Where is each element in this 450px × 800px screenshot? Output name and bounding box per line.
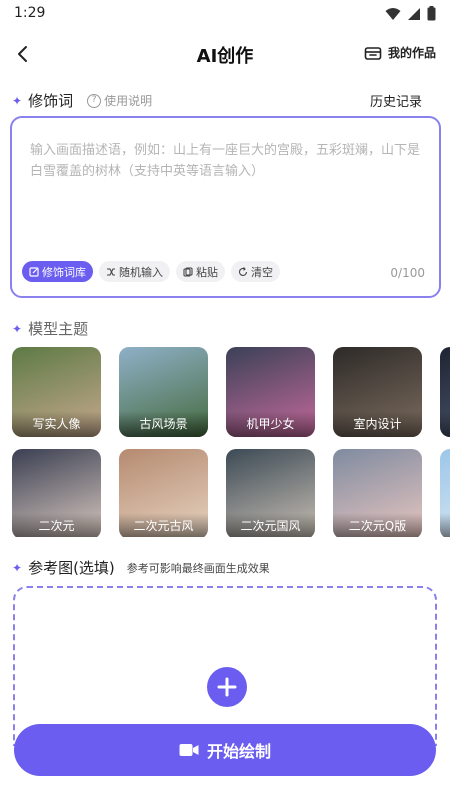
chip-modifier-library[interactable]: 修饰词库	[22, 261, 93, 282]
my-works-label: 我的作品	[387, 46, 436, 60]
plus-icon	[217, 677, 237, 697]
theme-card[interactable]: 二次元国风	[226, 449, 315, 537]
reference-title: 参考图(选填)	[28, 559, 115, 577]
paste-icon	[183, 266, 193, 277]
sparkle-icon: ✦	[12, 93, 23, 108]
theme-card[interactable]	[440, 347, 450, 437]
theme-section-header: ✦ 模型主题	[12, 318, 88, 339]
theme-card[interactable]: 二次元古风	[119, 449, 208, 537]
theme-card[interactable]: 室内设计	[333, 347, 422, 437]
help-label: 使用说明	[104, 94, 153, 108]
wifi-icon	[385, 7, 401, 20]
add-reference-button[interactable]	[207, 667, 247, 707]
chip-random-input[interactable]: 随机输入	[99, 261, 170, 282]
theme-card[interactable]: 二次元Q版	[333, 449, 422, 537]
refresh-icon	[238, 266, 248, 276]
chip-label: 粘贴	[196, 265, 218, 279]
theme-label: 二次元Q版	[333, 513, 422, 537]
history-button[interactable]: 历史记录	[370, 91, 422, 110]
theme-label	[440, 411, 450, 437]
sparkle-icon: ✦	[12, 560, 23, 575]
prompt-input-box[interactable]: 输入画面描述语，例如：山上有一座巨大的宫殿，五彩斑斓，山下是白雪覆盖的树林（支持…	[10, 116, 441, 298]
shuffle-icon	[107, 267, 115, 276]
my-works-button[interactable]: 我的作品	[364, 44, 436, 61]
sparkle-icon: ✦	[12, 321, 23, 336]
theme-label: 二次元	[12, 513, 101, 537]
chip-label: 随机输入	[119, 265, 163, 279]
edit-icon	[29, 266, 39, 277]
video-icon	[179, 744, 199, 756]
start-drawing-button[interactable]: 开始绘制	[14, 724, 436, 776]
prompt-chips: 修饰词库 随机输入 粘贴 清空	[22, 261, 280, 282]
theme-label: 二次元古风	[119, 513, 208, 537]
theme-card[interactable]	[440, 449, 450, 537]
signal-icon	[408, 7, 420, 20]
chip-clear[interactable]: 清空	[231, 261, 280, 282]
theme-grid: 写实人像 古风场景 机甲少女 室内设计 二次元 二次元古风 二次元国风 二次元Q…	[12, 347, 450, 537]
theme-label: 二次元国风	[226, 513, 315, 537]
theme-label: 古风场景	[119, 411, 208, 437]
chip-label: 修饰词库	[42, 265, 86, 279]
theme-card[interactable]: 机甲少女	[226, 347, 315, 437]
char-counter: 0/100	[390, 266, 425, 280]
theme-label: 写实人像	[12, 411, 101, 437]
status-icons	[385, 6, 436, 21]
modifier-title: 修饰词	[28, 92, 74, 110]
theme-label: 室内设计	[333, 411, 422, 437]
reference-note: 参考可影响最终画面生成效果	[126, 561, 270, 575]
theme-card[interactable]: 古风场景	[119, 347, 208, 437]
status-time: 1:29	[14, 5, 46, 21]
start-button-label: 开始绘制	[206, 742, 271, 761]
help-link[interactable]: ? 使用说明	[87, 92, 152, 109]
modifier-section-header: ✦ 修饰词 ? 使用说明	[12, 90, 152, 111]
chip-label: 清空	[251, 265, 273, 279]
reference-section-header: ✦ 参考图(选填) 参考可影响最终画面生成效果	[12, 557, 270, 578]
reference-upload-area[interactable]	[13, 586, 437, 746]
theme-label: 机甲少女	[226, 411, 315, 437]
battery-icon	[427, 6, 436, 21]
box-icon	[364, 46, 382, 60]
theme-label	[440, 513, 450, 537]
chip-paste[interactable]: 粘贴	[176, 261, 225, 282]
theme-title: 模型主题	[28, 320, 89, 338]
prompt-placeholder: 输入画面描述语，例如：山上有一座巨大的宫殿，五彩斑斓，山下是白雪覆盖的树林（支持…	[30, 143, 421, 179]
theme-card[interactable]: 二次元	[12, 449, 101, 537]
theme-card[interactable]: 写实人像	[12, 347, 101, 437]
status-bar: 1:29	[0, 0, 450, 28]
question-icon: ?	[87, 93, 102, 108]
app-bar: AI创作 我的作品	[0, 30, 450, 78]
